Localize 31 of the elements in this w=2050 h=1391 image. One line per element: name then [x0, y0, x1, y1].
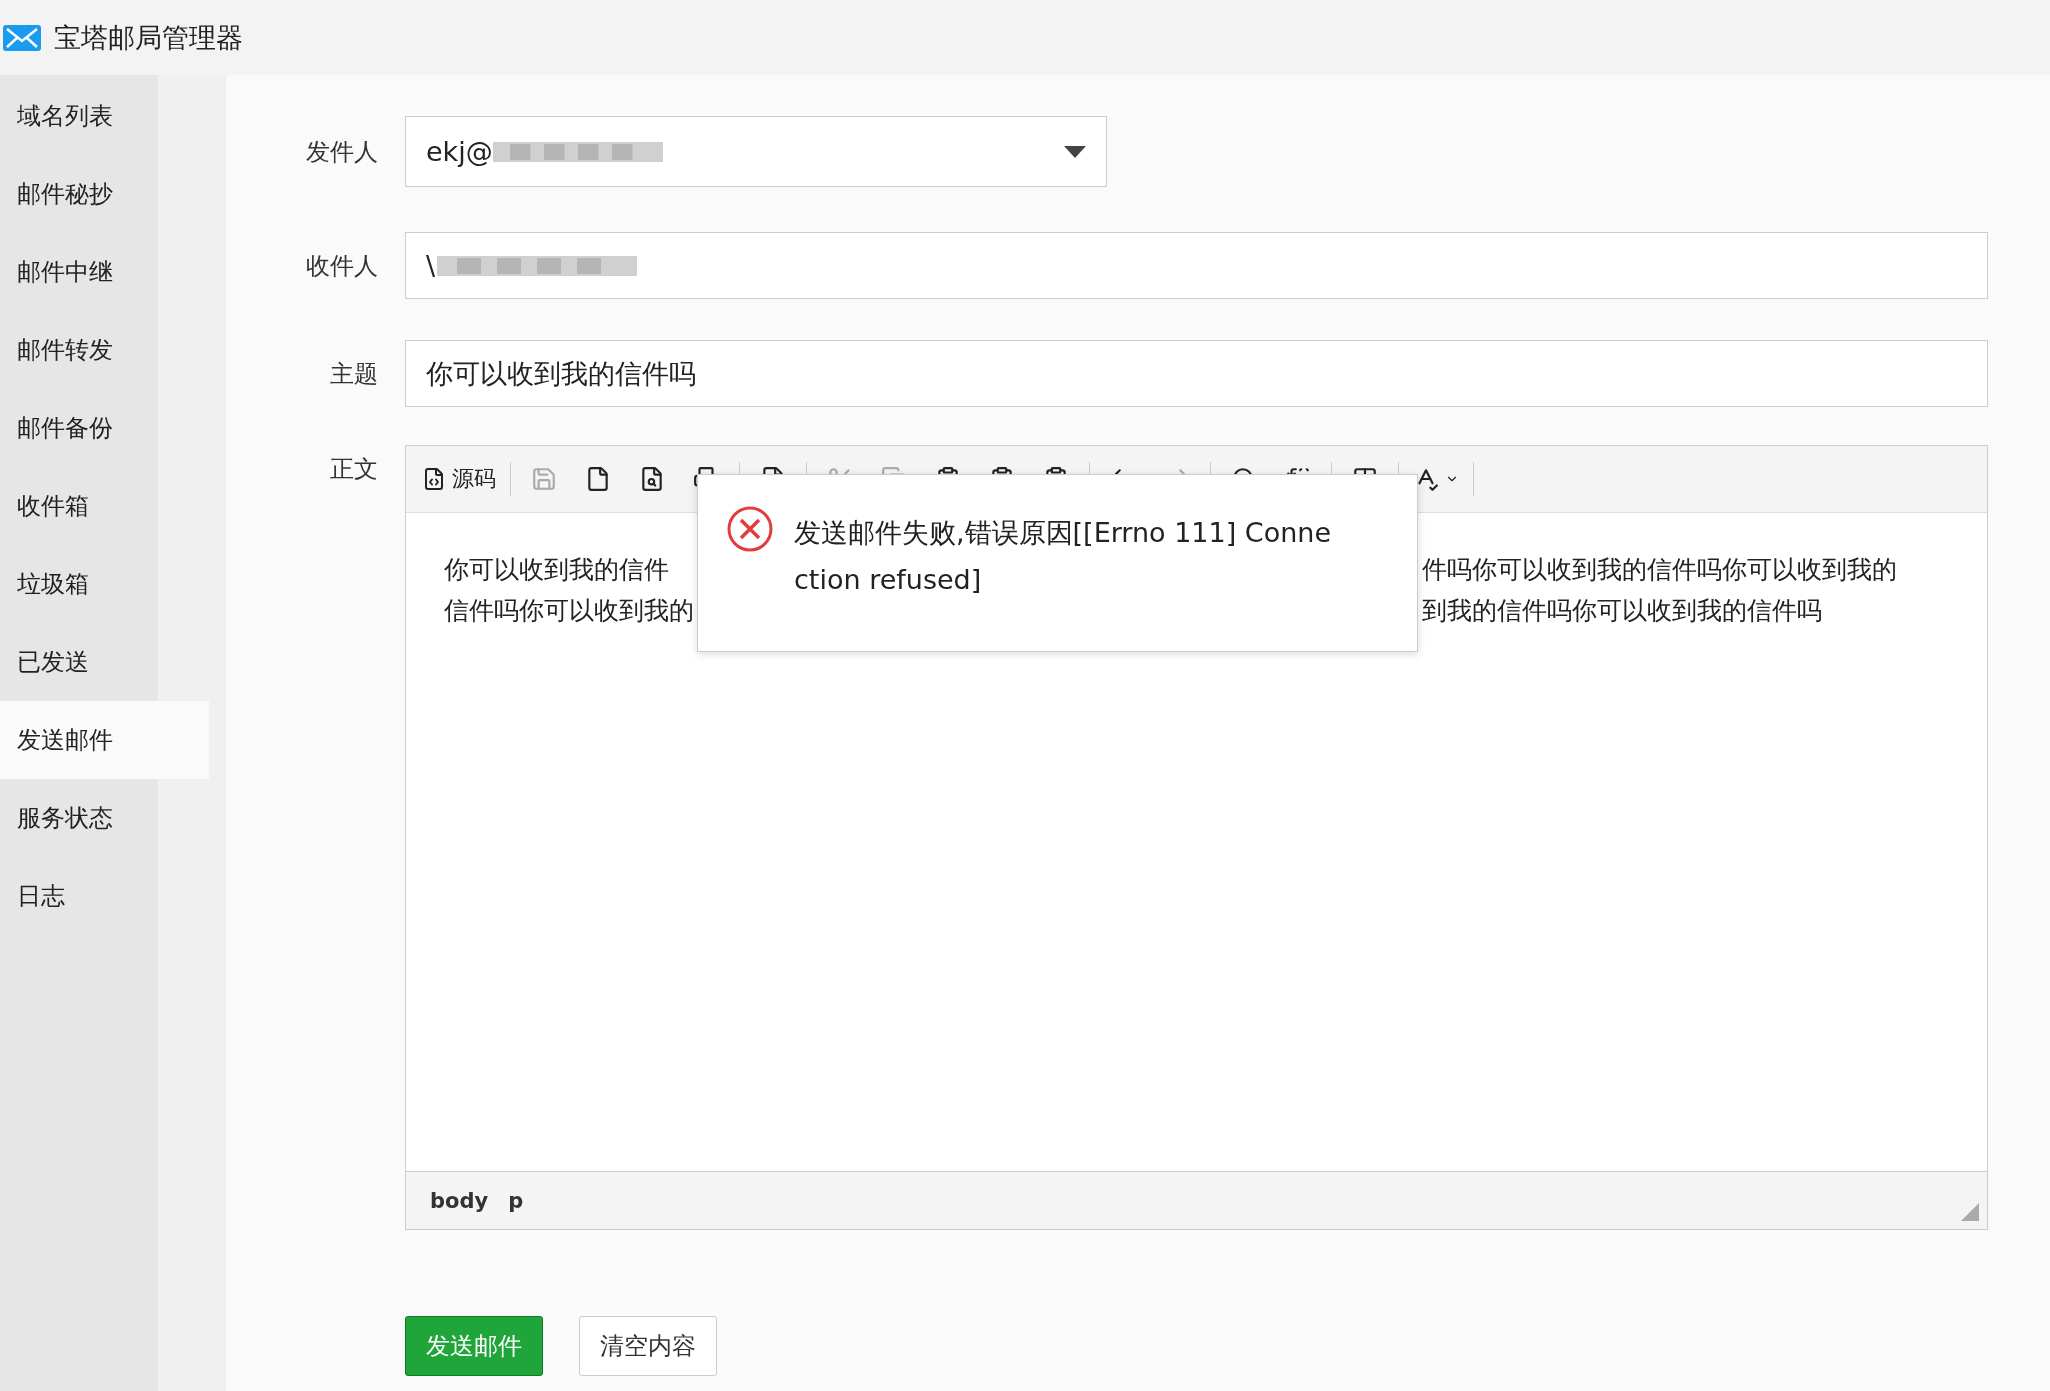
body-text: 件吗你可以收到我的信件吗你可以收到我的 — [1422, 554, 1898, 586]
sidebar-item[interactable]: 邮件秘抄 — [0, 155, 158, 233]
sidebar-item[interactable]: 服务状态 — [0, 779, 158, 857]
body-text: 到我的信件吗你可以收到我的信件吗 — [1422, 595, 1823, 627]
body-text: 你可以收到我的信件 — [444, 554, 670, 586]
sidebar-item[interactable]: 邮件中继 — [0, 233, 158, 311]
recipient-field[interactable]: \ — [405, 232, 1988, 299]
recipient-value: \ — [426, 250, 436, 281]
element-path[interactable]: p — [508, 1188, 524, 1213]
error-message: 发送邮件失败,错误原因[[Errno 111] Connection refused] — [794, 516, 1333, 597]
element-path[interactable]: body — [430, 1188, 489, 1213]
sidebar-item[interactable]: 日志 — [0, 857, 158, 935]
sidebar-item[interactable]: 垃圾箱 — [0, 545, 158, 623]
subject-field[interactable]: 你可以收到我的信件吗 — [405, 340, 1988, 407]
sidebar-item[interactable]: 邮件转发 — [0, 311, 158, 389]
sender-select[interactable]: ekj@ — [405, 116, 1107, 187]
sidebar-item[interactable]: 已发送 — [0, 623, 158, 701]
field-label: 收件人 — [306, 250, 378, 282]
sidebar-item[interactable]: 邮件备份 — [0, 389, 158, 467]
field-label: 正文 — [330, 454, 378, 485]
app-title: 宝塔邮局管理器 — [54, 20, 243, 55]
body-text: 信件吗你可以收到我的 — [444, 595, 695, 627]
subject-value: 你可以收到我的信件吗 — [426, 356, 696, 391]
field-label: 发件人 — [306, 136, 378, 168]
clear-button[interactable]: 清空内容 — [579, 1316, 717, 1376]
sidebar-item[interactable]: 发送邮件 — [0, 701, 209, 779]
sidebar-item[interactable]: 收件箱 — [0, 467, 158, 545]
sender-value: ekj@ — [426, 136, 493, 167]
field-label: 主题 — [330, 358, 378, 390]
sidebar-item[interactable]: 域名列表 — [0, 77, 158, 155]
source-button[interactable]: 源码 — [416, 458, 502, 500]
